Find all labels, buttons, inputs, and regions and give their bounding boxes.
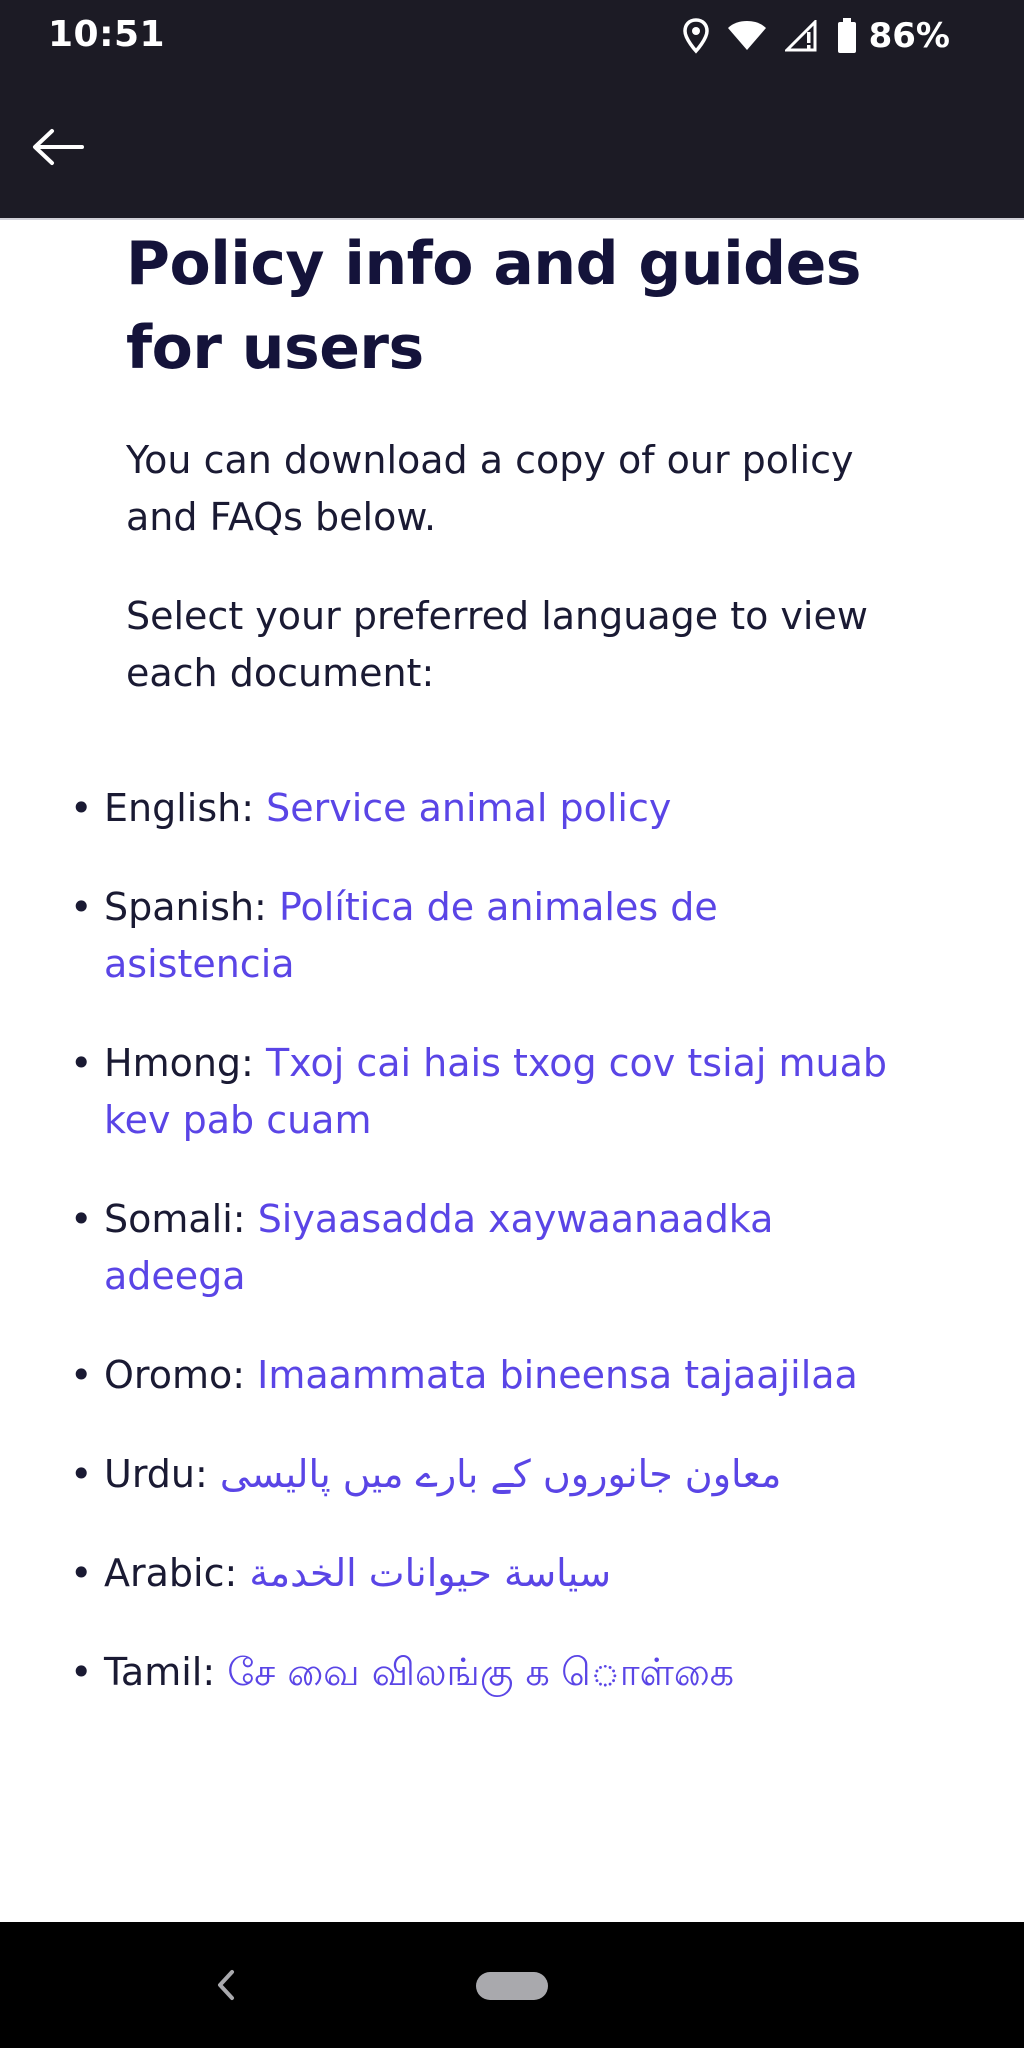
bullet: • — [70, 1452, 93, 1496]
language-label: Hmong: — [104, 1041, 254, 1085]
status-icons: 86% — [682, 14, 950, 58]
intro-text: You can download a copy of our policy an… — [126, 438, 854, 539]
main-content: Policy info and guides for users You can… — [126, 222, 926, 702]
bullet: • — [70, 885, 93, 929]
page-title: Policy info and guides for users — [126, 229, 862, 383]
app-bar-divider — [0, 218, 1024, 220]
link-arabic[interactable]: سياسة حيوانات الخدمة — [249, 1551, 611, 1595]
bullet: • — [70, 1650, 93, 1694]
link-urdu[interactable]: معاون جانوروں کے بارے میں پالیسی — [220, 1452, 781, 1496]
instruction-text: Select your preferred language to view e… — [126, 594, 868, 695]
bullet: • — [70, 1551, 93, 1595]
status-bar: 10:51 86% — [0, 0, 1024, 74]
list-item-arabic: • Arabic: سياسة حيوانات الخدمة — [70, 1545, 904, 1602]
battery-percent: 86% — [868, 16, 950, 56]
language-label: Oromo: — [104, 1353, 246, 1397]
location-icon — [682, 18, 709, 54]
bullet: • — [70, 1041, 93, 1085]
bullet: • — [70, 786, 93, 830]
list-item-somali: • Somali: Siyaasadda xaywaanaadka adeega — [70, 1191, 904, 1305]
wifi-icon — [727, 20, 767, 52]
language-label: Tamil: — [104, 1650, 216, 1694]
home-pill-icon[interactable] — [476, 1972, 548, 2000]
battery-icon — [837, 18, 857, 54]
list-item-tamil: • Tamil: சே வை விலங்கு க ொள்கை — [70, 1644, 904, 1701]
list-item-hmong: • Hmong: Txoj cai hais txog cov tsiaj mu… — [70, 1035, 904, 1149]
link-oromo[interactable]: Imaammata bineensa tajaajilaa — [257, 1353, 858, 1397]
nav-back-icon[interactable] — [212, 1960, 242, 2010]
system-nav-bar — [0, 1922, 1024, 2048]
language-label: English: — [104, 786, 255, 830]
app-bar — [0, 74, 1024, 218]
cell-signal-icon — [784, 20, 819, 52]
bullet: • — [70, 1353, 93, 1397]
status-time: 10:51 — [48, 14, 166, 55]
list-item-oromo: • Oromo: Imaammata bineensa tajaajilaa — [70, 1347, 904, 1404]
language-label: Urdu: — [104, 1452, 208, 1496]
back-button[interactable] — [30, 114, 120, 184]
language-label: Spanish: — [104, 885, 267, 929]
list-item-urdu: • Urdu: معاون جانوروں کے بارے میں پالیسی — [70, 1446, 904, 1503]
language-label: Arabic: — [104, 1551, 238, 1595]
list-item-english: • English: Service animal policy — [70, 780, 904, 837]
link-tamil[interactable]: சே வை விலங்கு க ொள்கை — [227, 1650, 734, 1694]
link-english[interactable]: Service animal policy — [266, 786, 671, 830]
bullet: • — [70, 1197, 93, 1241]
language-list: • English: Service animal policy • Spani… — [70, 780, 904, 1743]
arrow-left-icon — [30, 127, 86, 171]
language-label: Somali: — [104, 1197, 246, 1241]
list-item-spanish: • Spanish: Política de animales de asist… — [70, 879, 904, 993]
